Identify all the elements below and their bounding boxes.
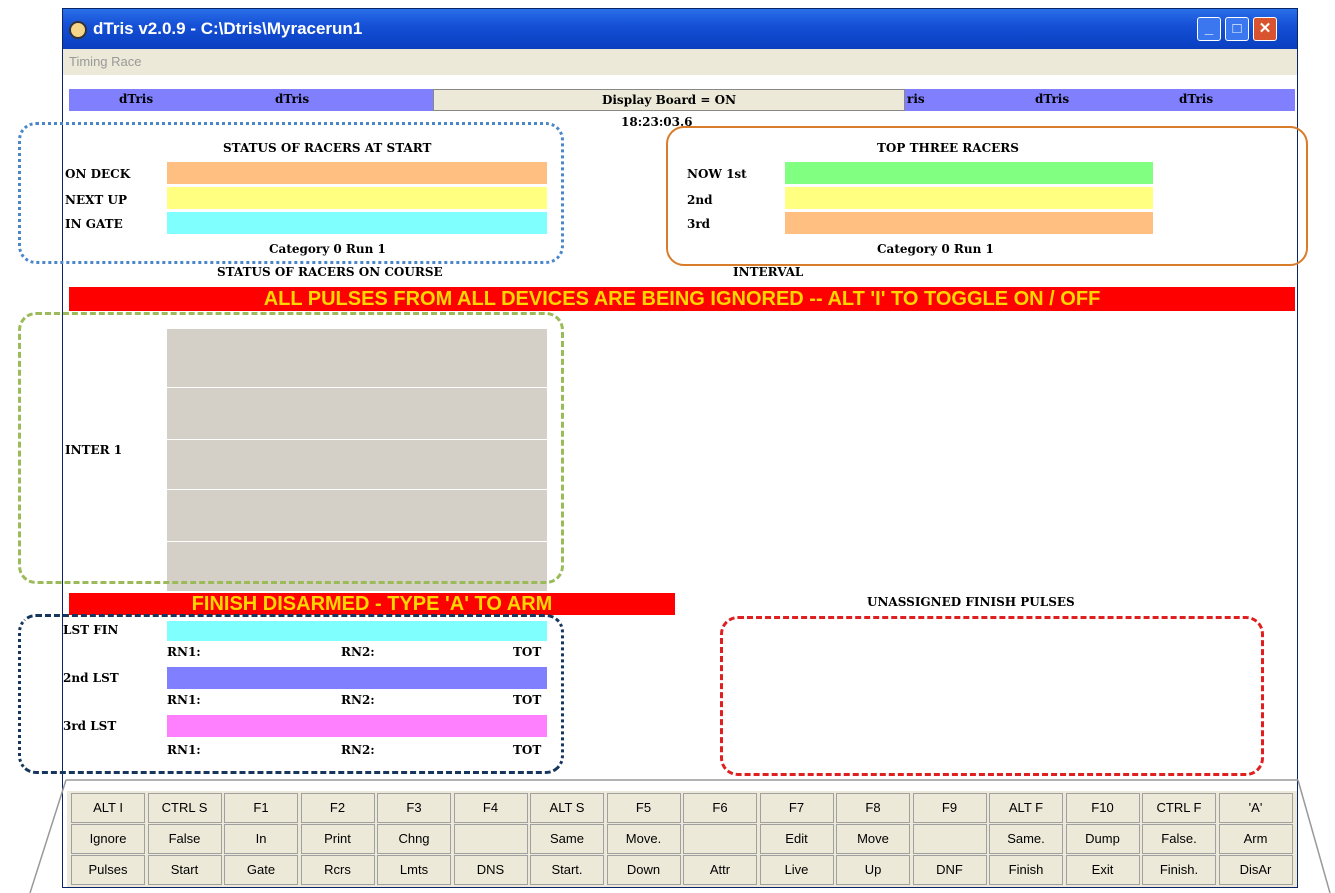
second-place-label: 2nd: [687, 193, 713, 207]
interval-label: INTERVAL: [733, 265, 804, 279]
third-last-label: 3rd LST: [63, 719, 117, 733]
run2-label: RN2:: [341, 645, 375, 659]
start-status-title: STATUS OF RACERS AT START: [223, 141, 432, 155]
second-last-bar: [167, 667, 547, 689]
run1-label: RN1:: [167, 743, 201, 757]
run1-label: RN1:: [167, 693, 201, 707]
first-place-bar: [785, 162, 1153, 184]
top-three-title: TOP THREE RACERS: [877, 141, 1019, 155]
grid-divider: [167, 387, 547, 388]
app-window: dTris v2.0.9 - C:\Dtris\Myracerun1 _ □ ✕…: [62, 8, 1298, 888]
top-three-footer: Category 0 Run 1: [877, 242, 994, 256]
in-gate-bar: [167, 212, 547, 234]
grid-divider: [167, 541, 547, 542]
in-gate-label: IN GATE: [65, 217, 123, 231]
third-place-bar: [785, 212, 1153, 234]
close-button[interactable]: ✕: [1253, 17, 1277, 41]
inter-1-label: INTER 1: [65, 443, 123, 457]
banner-bar: dTris dTris Display Board = ON ris dTris…: [69, 89, 1295, 111]
race-clock: 18:23:03.6: [621, 115, 693, 129]
banner-label: dTris: [119, 92, 154, 106]
title-bar[interactable]: dTris v2.0.9 - C:\Dtris\Myracerun1 _ □ ✕: [63, 9, 1297, 49]
grid-divider: [167, 489, 547, 490]
next-up-label: NEXT UP: [65, 193, 128, 207]
banner-label: ris: [907, 92, 925, 106]
run2-label: RN2:: [341, 693, 375, 707]
second-place-bar: [785, 187, 1153, 209]
third-place-label: 3rd: [687, 217, 711, 231]
second-last-label: 2nd LST: [63, 671, 119, 685]
last-finish-label: LST FIN: [63, 623, 119, 637]
next-up-bar: [167, 187, 547, 209]
run1-label: RN1:: [167, 645, 201, 659]
run2-label: RN2:: [341, 743, 375, 757]
first-place-label: NOW 1st: [687, 167, 747, 181]
last-finish-bar: [167, 621, 547, 641]
ignore-pulses-alert: ALL PULSES FROM ALL DEVICES ARE BEING IG…: [69, 287, 1295, 311]
banner-label: dTris: [1179, 92, 1214, 106]
total-label: TOT: [513, 743, 542, 757]
course-status-title: STATUS OF RACERS ON COURSE: [217, 265, 443, 279]
grid-divider: [167, 439, 547, 440]
on-course-grid: [167, 329, 547, 591]
on-deck-bar: [167, 162, 547, 184]
on-deck-label: ON DECK: [65, 167, 131, 181]
menu-bar: Timing Race: [63, 49, 1297, 75]
perspective-frame: [29, 779, 1331, 893]
menu-item-timing-race[interactable]: Timing Race: [69, 54, 141, 69]
minimize-button[interactable]: _: [1197, 17, 1221, 41]
start-status-footer: Category 0 Run 1: [269, 242, 386, 256]
total-label: TOT: [513, 693, 542, 707]
display-board-status: Display Board = ON: [433, 89, 905, 111]
maximize-button[interactable]: □: [1225, 17, 1249, 41]
banner-label: dTris: [275, 92, 310, 106]
stopwatch-icon: [69, 21, 87, 39]
banner-label: dTris: [1035, 92, 1070, 106]
total-label: TOT: [513, 645, 542, 659]
unassigned-pulses-title: UNASSIGNED FINISH PULSES: [867, 595, 1075, 609]
window-title: dTris v2.0.9 - C:\Dtris\Myracerun1: [93, 19, 363, 38]
finish-disarmed-alert: FINISH DISARMED - TYPE 'A' TO ARM: [69, 593, 675, 615]
third-last-bar: [167, 715, 547, 737]
